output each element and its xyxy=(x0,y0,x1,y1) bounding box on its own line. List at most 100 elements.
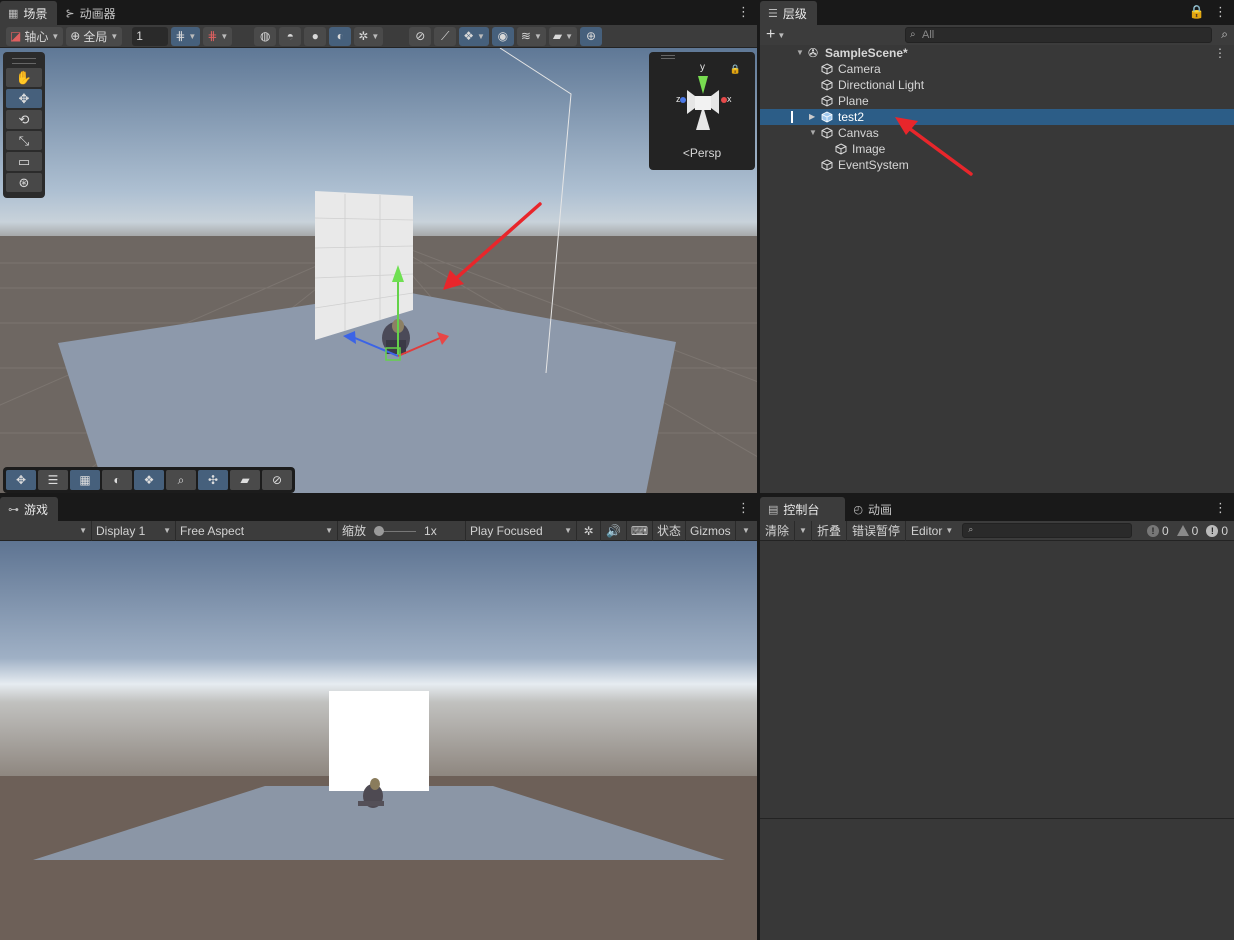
camera-icon: ▰ xyxy=(240,473,250,487)
tab-animator[interactable]: ⊱ 动画器 xyxy=(57,1,125,25)
scale-slider[interactable]: 缩放 1x xyxy=(338,520,466,541)
grid-size-input[interactable]: 1 xyxy=(132,26,169,46)
layers-overlay-button[interactable]: ❖ xyxy=(134,470,164,490)
lock-icon[interactable]: 🔒 xyxy=(730,64,741,75)
half-sphere-icon: ◐ xyxy=(113,473,121,487)
console-tabbar: ▤ 控制台 ◴ 动画 ⋮ xyxy=(760,496,1234,521)
chevron-down-icon: ▼ xyxy=(79,526,87,535)
grid-icon: ▦ xyxy=(79,473,91,487)
scale-icon: ⤡ xyxy=(18,132,30,148)
clock-icon: ◴ xyxy=(853,503,864,516)
view-mode-label[interactable]: <Persp xyxy=(649,146,755,160)
mute-audio-button[interactable]: 🔊 xyxy=(601,520,627,541)
chevron-down-icon: ▼ xyxy=(565,31,574,41)
display-dropdown[interactable]: Display 1 ▼ xyxy=(92,520,176,541)
navigation-overlay-button[interactable]: ⊘ xyxy=(262,470,292,490)
wireframe-sphere-icon: ◍ xyxy=(260,29,271,43)
lighting-overlay-button[interactable]: ◐ xyxy=(102,470,132,490)
overlay-toolbar: ✥ ☰ ▦ ◐ ❖ ⌕ ✣ ▰ ⊘ xyxy=(3,467,295,493)
scale-tool-button[interactable]: ⤡ xyxy=(6,131,42,150)
transform-tool-button[interactable]: ⊛ xyxy=(6,173,42,192)
game-image xyxy=(329,691,429,791)
game-view-dropdown[interactable]: ▼ xyxy=(0,520,92,541)
tab-scene[interactable]: ▦ 场景 xyxy=(0,1,58,25)
svg-text:z: z xyxy=(676,94,681,104)
aspect-dropdown[interactable]: Free Aspect ▼ xyxy=(176,520,338,541)
chevron-down-icon: ▼ xyxy=(564,526,572,535)
error-pause-button[interactable]: 错误暂停 xyxy=(847,520,906,541)
camera-dropdown[interactable]: ▰ ▼ xyxy=(548,26,578,46)
pivot-dropdown[interactable]: ◪ 轴心 ▼ xyxy=(6,26,64,46)
collapse-button[interactable]: 折叠 xyxy=(812,520,847,541)
hand-tool-button[interactable]: ✋ xyxy=(6,68,42,87)
tool-settings-button[interactable]: ☰ xyxy=(38,470,68,490)
warning-count-toggle[interactable]: 0 xyxy=(1173,521,1203,541)
chevron-down-icon: ▼ xyxy=(163,526,171,535)
rotate-tool-button[interactable]: ⟲ xyxy=(6,110,42,129)
visibility-button[interactable]: ◉ xyxy=(491,26,514,46)
grid-snap-button[interactable]: ⋕ ▼ xyxy=(171,26,201,46)
svg-text:x: x xyxy=(727,94,732,104)
audio-toggle-button[interactable]: ⟋ xyxy=(434,26,457,46)
chevron-down-icon: ▼ xyxy=(110,31,119,41)
gizmos-button[interactable]: Gizmos xyxy=(686,520,736,541)
gizmos-dropdown[interactable]: ▼ xyxy=(736,521,756,541)
gizmos-toggle-button[interactable]: ⊕ xyxy=(580,26,603,46)
tab-animation[interactable]: ◴ 动画 xyxy=(845,497,902,521)
unlit-button[interactable]: ● xyxy=(304,26,327,46)
scene-panel: ▦ 场景 ⊱ 动画器 ⋮ ◪ 轴心 ▼ ⊕ 全局 ▼ 1 ⋕ ▼ ⋕ ▼ ◍ ◓… xyxy=(0,0,757,493)
log-count-toggle[interactable]: ! 0 xyxy=(1143,521,1173,541)
orientation-gizmo[interactable]: 🔒 y z x <Persp xyxy=(649,52,755,170)
animator-icon: ⊱ xyxy=(65,7,75,20)
global-dropdown[interactable]: ⊕ 全局 ▼ xyxy=(66,26,123,46)
stack-icon: ≋ xyxy=(520,29,531,43)
editor-dropdown[interactable]: Editor ▼ xyxy=(906,521,958,541)
grid-icon: ▦ xyxy=(8,7,19,20)
shaded-wireframe-button[interactable]: ◓ xyxy=(279,26,302,46)
game-viewport[interactable] xyxy=(0,541,757,940)
info-icon: ! xyxy=(1146,524,1159,537)
move-tool-button[interactable]: ✥ xyxy=(6,89,42,108)
panel-menu-icon[interactable]: ⋮ xyxy=(737,500,750,516)
console-search-input[interactable]: ⌕ xyxy=(962,523,1133,538)
wireframe-button[interactable]: ◍ xyxy=(254,26,277,46)
pivot-overlay-button[interactable]: ✣ xyxy=(198,470,228,490)
tab-game[interactable]: ⊶ 游戏 xyxy=(0,497,59,521)
scale-slider-track[interactable] xyxy=(374,525,417,536)
half-sphere-icon: ◓ xyxy=(286,29,294,43)
effects-button[interactable]: ❖ ▼ xyxy=(459,26,489,46)
console-detail-divider[interactable] xyxy=(760,818,1234,819)
panel-menu-icon[interactable]: ⋮ xyxy=(1214,500,1227,516)
console-icon: ▤ xyxy=(768,503,779,516)
clear-button[interactable]: 清除 xyxy=(760,520,796,541)
clear-options-dropdown[interactable]: ▼ xyxy=(795,520,812,541)
drag-handle[interactable] xyxy=(12,58,36,64)
transform-tools: ✋ ✥ ⟲ ⤡ ▭ ⊛ xyxy=(3,52,45,198)
scene-toolbar: ◪ 轴心 ▼ ⊕ 全局 ▼ 1 ⋕ ▼ ⋕ ▼ ◍ ◓ ● ◐ ✲ ▼ ⊘ ⟋ … xyxy=(0,25,757,48)
2d-toggle-button[interactable]: ⊘ xyxy=(409,26,432,46)
camera-overlay-button[interactable]: ▰ xyxy=(230,470,260,490)
scene-viewport[interactable] xyxy=(0,48,757,493)
frame-debugger-button[interactable]: ✲ xyxy=(577,520,601,541)
layers-icon: ❖ xyxy=(143,473,155,487)
lit-button[interactable]: ◐ xyxy=(329,26,352,46)
error-count-toggle[interactable]: ! 0 xyxy=(1202,521,1234,541)
grid-overlay-button[interactable]: ▦ xyxy=(70,470,100,490)
search-overlay-button[interactable]: ⌕ xyxy=(166,470,196,490)
play-mode-dropdown[interactable]: Play Focused ▼ xyxy=(466,520,577,541)
drag-handle[interactable] xyxy=(661,55,675,59)
keyboard-shortcuts-button[interactable]: ⌨ xyxy=(627,520,653,541)
search-icon: ⌕ xyxy=(177,472,185,487)
stats-button[interactable]: 状态 xyxy=(653,520,686,541)
rect-tool-button[interactable]: ▭ xyxy=(6,152,42,171)
gizmo-globe-icon: ⊕ xyxy=(586,29,597,43)
lit-sphere-icon: ◐ xyxy=(336,29,344,43)
debug-draw-mode-button[interactable]: ✲ ▼ xyxy=(354,26,384,46)
scale-slider-thumb[interactable] xyxy=(374,525,385,536)
increment-snap-button[interactable]: ⋕ ▼ xyxy=(203,26,233,46)
panel-menu-icon[interactable]: ⋮ xyxy=(737,4,750,20)
tab-console[interactable]: ▤ 控制台 xyxy=(760,497,846,521)
move-overlay-button[interactable]: ✥ xyxy=(6,470,36,490)
layers-dropdown[interactable]: ≋ ▼ xyxy=(516,26,546,46)
audio-off-icon: ⟋ xyxy=(441,28,450,43)
